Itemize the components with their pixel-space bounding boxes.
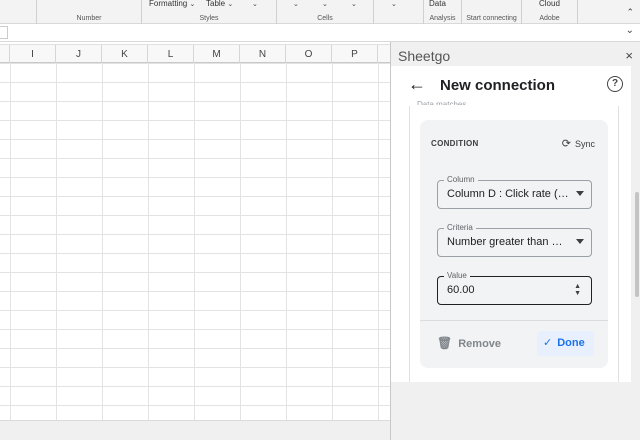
ribbon-group-label: Analysis — [429, 15, 456, 22]
status-bar — [0, 420, 390, 440]
criteria-select-label: Criteria — [444, 223, 476, 232]
adobe-cloud-button[interactable]: Cloud — [539, 0, 560, 8]
app-header: ← New connection ? Data matches — [391, 66, 631, 106]
card-divider — [420, 320, 608, 321]
sheetgo-pane: Sheetgo × ← New connection ? Data matche… — [390, 42, 640, 440]
column-select-value: Column D : Click rate (… — [447, 188, 569, 200]
trash-icon: 🗑 — [437, 336, 453, 350]
column-header-n[interactable]: N — [240, 45, 286, 64]
column-header-edge — [0, 45, 10, 64]
column-headers: I J K L M N O P — [0, 44, 390, 64]
insert-cells-button[interactable]: ⌄ — [293, 0, 299, 8]
ribbon-group-cells: ⌄ ⌄ ⌄ Cells — [277, 0, 374, 24]
expand-formula-bar-icon[interactable]: ⌄ — [626, 25, 634, 36]
refresh-icon: ⟳ — [561, 138, 571, 150]
editing-button[interactable]: ⌄ — [391, 0, 397, 8]
column-select[interactable]: Column Column D : Click rate (… — [437, 175, 592, 209]
column-header-m[interactable]: M — [194, 45, 240, 64]
close-pane-icon[interactable]: × — [625, 48, 633, 63]
pane-body: ← New connection ? Data matches CONDITIO… — [391, 66, 640, 440]
number-stepper-icon[interactable]: ▲ ▼ — [574, 283, 581, 297]
condition-label: CONDITION — [431, 139, 479, 148]
ribbon-group-label: Adobe — [539, 15, 560, 22]
column-header-j[interactable]: J — [56, 45, 102, 64]
condition-card: CONDITION ⟳ Sync Column Column D : Click … — [420, 120, 608, 368]
remove-button[interactable]: 🗑 Remove — [437, 336, 501, 350]
ribbon-group-analysis: Data Analysis — [424, 0, 462, 24]
name-box-edge — [0, 26, 8, 39]
page-title: New connection — [440, 77, 556, 94]
value-input-value: 60.00 — [447, 284, 475, 296]
pane-title: Sheetgo — [398, 48, 451, 64]
help-icon[interactable]: ? — [607, 76, 623, 92]
ribbon-group-edge — [0, 0, 37, 24]
column-header-i[interactable]: I — [10, 45, 56, 64]
ribbon-group-editing: ⌄ — [374, 0, 424, 24]
ribbon-group-adobe: Cloud Adobe — [522, 0, 578, 24]
column-header-l[interactable]: L — [148, 45, 194, 64]
ribbon-group-styles: Formatting ⌄ Table ⌄ ⌄ Styles — [142, 0, 277, 24]
ribbon-group-label: Number — [76, 15, 102, 22]
criteria-select-value: Number greater than … — [447, 236, 563, 248]
section-label-cut: Data matches — [417, 100, 467, 105]
conditional-formatting-button[interactable]: Formatting ⌄ — [149, 0, 195, 8]
ribbon-group-label: Start connecting — [466, 15, 517, 22]
scroll-area[interactable]: CONDITION ⟳ Sync Column Column D : Click … — [391, 106, 631, 382]
delete-cells-button[interactable]: ⌄ — [322, 0, 328, 8]
value-input[interactable]: Value 60.00 ▲ ▼ — [437, 271, 592, 305]
arrow-left-icon[interactable]: ← — [408, 74, 426, 95]
sync-button[interactable]: ⟳ Sync — [562, 137, 595, 150]
done-button[interactable]: ✓ Done — [537, 331, 594, 356]
format-cells-button[interactable]: ⌄ — [351, 0, 357, 8]
spreadsheet-grid[interactable]: I J K L M N O P — [0, 42, 390, 420]
collapse-ribbon-icon[interactable]: ⌃ — [626, 7, 634, 18]
check-icon: ✓ — [543, 337, 553, 349]
ribbon-group-number: Number — [37, 0, 142, 24]
ribbon: Number Formatting ⌄ Table ⌄ ⌄ Styles ⌄ ⌄… — [0, 0, 640, 24]
pane-scrollbar[interactable] — [635, 192, 639, 297]
ribbon-group-label: Cells — [317, 15, 333, 22]
criteria-select[interactable]: Criteria Number greater than … — [437, 223, 592, 257]
column-header-k[interactable]: K — [102, 45, 148, 64]
ribbon-group-sheetgo: Start connecting — [462, 0, 522, 24]
dropdown-caret-icon — [576, 239, 584, 244]
cell-area[interactable] — [0, 63, 390, 420]
column-select-label: Column — [444, 175, 478, 184]
sheetgo-app: ← New connection ? Data matches CONDITIO… — [391, 66, 631, 382]
column-header-o[interactable]: O — [286, 45, 332, 64]
ribbon-group-label: Styles — [199, 15, 219, 22]
formula-bar[interactable]: ⌄ — [0, 24, 640, 42]
column-header-p[interactable]: P — [332, 45, 378, 64]
value-input-label: Value — [444, 271, 470, 280]
cell-styles-button[interactable]: ⌄ — [252, 0, 258, 8]
analyze-data-button[interactable]: Data — [429, 0, 446, 8]
dropdown-caret-icon — [576, 191, 584, 196]
format-as-table-button[interactable]: Table ⌄ — [206, 0, 233, 8]
